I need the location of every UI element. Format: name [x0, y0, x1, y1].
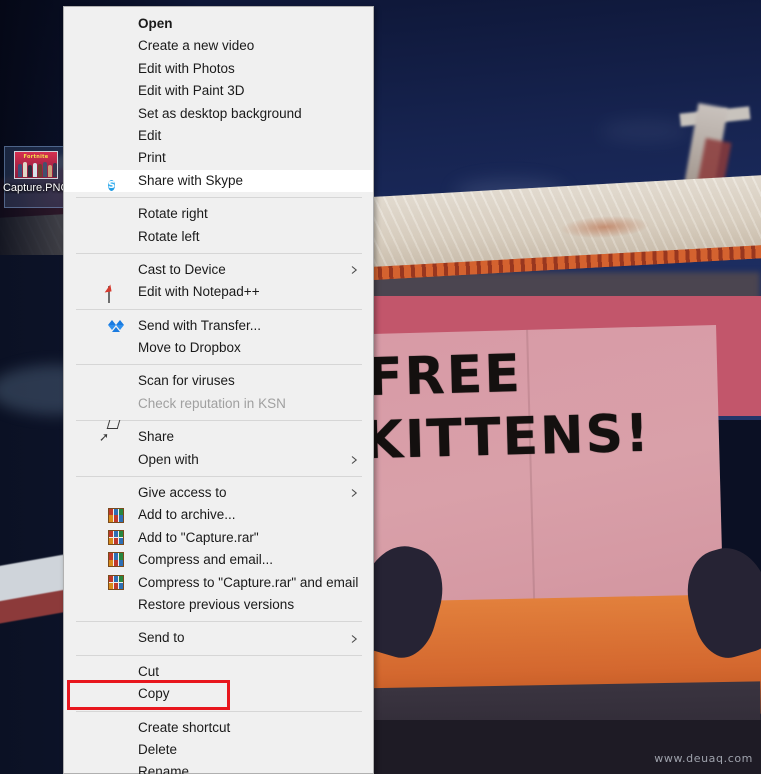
skype-icon: S [108, 179, 116, 191]
menu-item-label: Open [138, 16, 173, 31]
menu-item-label: Give access to [138, 485, 227, 501]
menu-item-rename[interactable]: Rename [64, 761, 373, 774]
menu-item-share-with-skype[interactable]: S Share with Skype [64, 169, 373, 193]
menu-item-edit[interactable]: Edit [64, 125, 373, 147]
sign-text-line1: FREE [366, 344, 523, 409]
menu-item-rotate-right[interactable]: Rotate right [64, 203, 373, 225]
menu-item-add-to-archive[interactable]: Add to archive... [64, 504, 373, 526]
menu-item-label: Create a new video [138, 38, 255, 54]
sign-text: FREE KITTENS! [329, 343, 722, 472]
menu-item-copy[interactable]: Copy [64, 683, 373, 705]
menu-item-delete[interactable]: Delete [64, 739, 373, 761]
menu-item-compress-and-email[interactable]: Compress and email... [64, 549, 373, 571]
menu-item-create-shortcut[interactable]: Create shortcut [64, 717, 373, 739]
menu-item-share[interactable]: Share [64, 426, 373, 448]
menu-item-compress-to-capture-rar-and-email[interactable]: Compress to "Capture.rar" and email [64, 572, 373, 594]
menu-item-label: Move to Dropbox [138, 340, 241, 356]
menu-item-create-a-new-video[interactable]: Create a new video [64, 35, 373, 57]
chevron-right-icon [350, 489, 359, 498]
menu-item-label: Check reputation in KSN [138, 395, 286, 411]
menu-item-label: Cast to Device [138, 261, 226, 277]
chevron-right-icon [350, 634, 359, 643]
thumbnail-figures [17, 161, 57, 177]
wallpaper-cloud [600, 120, 690, 142]
menu-item-open[interactable]: Open [64, 13, 373, 35]
menu-item-label: Rotate left [138, 228, 200, 244]
menu-item-label: Copy [138, 686, 170, 702]
menu-item-label: Edit with Notepad++ [138, 284, 260, 300]
menu-item-label: Share with Skype [138, 172, 244, 188]
chevron-right-icon [350, 455, 359, 464]
menu-item-cut[interactable]: Cut [64, 661, 373, 683]
menu-item-label: Delete [138, 741, 178, 757]
menu-item-send-with-transfer[interactable]: Send with Transfer... [64, 315, 373, 337]
menu-item-label: Cut [138, 663, 160, 679]
menu-item-send-to[interactable]: Send to [64, 627, 373, 649]
menu-item-scan-for-viruses[interactable]: Scan for viruses [64, 370, 373, 392]
file-context-menu[interactable]: Open Create a new video Edit with Photos Ed… [63, 6, 374, 774]
menu-item-label: Add to "Capture.rar" [138, 529, 259, 545]
menu-item-label: Send to [138, 630, 185, 646]
winrar-icon [108, 530, 124, 546]
menu-item-edit-with-paint-3d[interactable]: Edit with Paint 3D [64, 80, 373, 102]
menu-item-label: Restore previous versions [138, 596, 295, 612]
menu-separator [76, 197, 362, 199]
menu-separator [76, 308, 362, 310]
menu-item-label: Edit [138, 127, 162, 143]
menu-item-label: Set as desktop background [138, 105, 302, 121]
file-thumbnail: Fortnite [14, 151, 58, 179]
menu-separator [76, 654, 362, 656]
desktop-file-icon[interactable]: Fortnite Capture.PNG [2, 146, 70, 208]
menu-item-label: Print [138, 150, 166, 166]
winrar-icon [108, 552, 124, 568]
menu-item-add-to-capture-rar[interactable]: Add to "Capture.rar" [64, 527, 373, 549]
dropbox-icon [108, 318, 124, 334]
winrar-icon [108, 574, 124, 591]
menu-separator [76, 364, 362, 366]
menu-item-restore-previous-versions[interactable]: Restore previous versions [64, 594, 373, 616]
menu-item-open-with[interactable]: Open with [64, 449, 373, 471]
menu-separator [76, 476, 362, 478]
menu-item-label: Add to archive... [138, 507, 236, 523]
menu-separator [76, 252, 362, 254]
menu-item-edit-with-photos[interactable]: Edit with Photos [64, 58, 373, 80]
menu-item-label: Create shortcut [138, 719, 231, 735]
menu-item-rotate-left[interactable]: Rotate left [64, 226, 373, 248]
icon-label: Capture.PNG [2, 182, 70, 194]
notepad-plus-plus-icon [108, 284, 124, 304]
menu-item-label: Compress and email... [138, 552, 274, 568]
menu-item-label: Compress to "Capture.rar" and email [138, 574, 359, 590]
menu-item-label: Share [138, 429, 175, 445]
menu-item-give-access-to[interactable]: Give access to [64, 482, 373, 504]
menu-item-label: Edit with Photos [138, 60, 235, 76]
thumbnail-title: Fortnite [23, 154, 49, 160]
chevron-right-icon [350, 266, 359, 275]
menu-separator [76, 621, 362, 623]
menu-item-set-as-desktop-background[interactable]: Set as desktop background [64, 103, 373, 125]
menu-item-label: Rename [138, 764, 190, 774]
menu-item-label: Send with Transfer... [138, 317, 262, 333]
menu-item-edit-with-notepad[interactable]: Edit with Notepad++ [64, 281, 373, 304]
cardboard-lid-stain [559, 213, 651, 241]
menu-item-check-reputation-in-ksn[interactable]: Check reputation in KSN [64, 393, 373, 415]
winrar-icon [108, 507, 124, 524]
sign-text-line2: KITTENS! [362, 403, 652, 472]
menu-item-move-to-dropbox[interactable]: Move to Dropbox [64, 337, 373, 359]
menu-item-label: Open with [138, 451, 199, 467]
share-icon [108, 429, 124, 445]
menu-item-label: Edit with Paint 3D [138, 83, 245, 99]
menu-item-label: Scan for viruses [138, 373, 235, 389]
menu-item-cast-to-device[interactable]: Cast to Device [64, 259, 373, 281]
site-watermark: www.deuaq.com [654, 752, 753, 765]
menu-item-print[interactable]: Print [64, 147, 373, 169]
menu-item-label: Rotate right [138, 206, 208, 222]
menu-separator [76, 710, 362, 712]
